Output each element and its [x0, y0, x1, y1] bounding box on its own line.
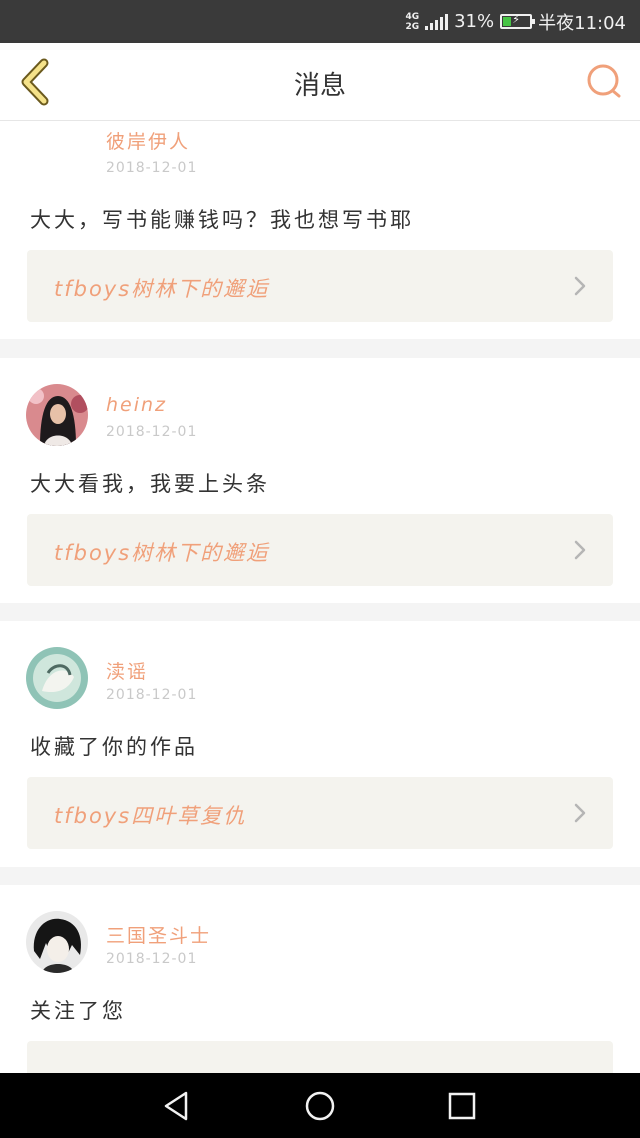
network-type: 4G 2G: [405, 12, 419, 32]
avatar[interactable]: [26, 384, 88, 446]
message-date: 2018-12-01: [106, 687, 198, 703]
sender-name[interactable]: 渎谣: [106, 657, 148, 684]
message-card: heinz 2018-12-01 大大看我，我要上头条 tfboys树林下的邂逅: [0, 358, 640, 603]
message-date: 2018-12-01: [106, 951, 198, 967]
book-title: tfboys树林下的邂逅: [54, 541, 270, 565]
sender-name[interactable]: heinz: [106, 394, 167, 416]
circle-home-icon: [305, 1091, 335, 1121]
book-link[interactable]: [27, 1041, 613, 1073]
search-button[interactable]: [584, 61, 626, 103]
message-date: 2018-12-01: [106, 160, 198, 176]
message-date: 2018-12-01: [106, 424, 198, 440]
message-card: 彼岸伊人 2018-12-01 大大，写书能赚钱吗？我也想写书耶 tfboys树…: [0, 121, 640, 339]
status-indicators: 4G 2G 31% ⚡ 半夜11:04: [405, 0, 626, 43]
message-content: 大大，写书能赚钱吗？我也想写书耶: [30, 208, 414, 232]
system-nav-bar: [0, 1073, 640, 1138]
chevron-right-icon: [574, 803, 586, 823]
message-card: 渎谣 2018-12-01 收藏了你的作品 tfboys四叶草复仇: [0, 621, 640, 867]
network-type-top: 4G: [405, 11, 420, 22]
network-type-bottom: 2G: [405, 21, 420, 32]
message-content: 关注了您: [30, 999, 126, 1023]
search-icon: [587, 64, 621, 98]
clock: 半夜11:04: [538, 12, 626, 34]
chevron-right-icon: [574, 276, 586, 296]
avatar[interactable]: [26, 647, 88, 709]
avatar-anime-green: [26, 647, 88, 709]
page-title: 消息: [293, 71, 346, 101]
book-title: tfboys四叶草复仇: [54, 804, 247, 828]
book-link[interactable]: tfboys树林下的邂逅: [27, 250, 613, 322]
charging-bolt-icon: ⚡: [512, 13, 520, 26]
book-link[interactable]: tfboys四叶草复仇: [27, 777, 613, 849]
nav-home-button[interactable]: [303, 1089, 337, 1123]
nav-recents-button[interactable]: [445, 1089, 479, 1123]
message-list[interactable]: 彼岸伊人 2018-12-01 大大，写书能赚钱吗？我也想写书耶 tfboys树…: [0, 121, 640, 1073]
book-link[interactable]: tfboys树林下的邂逅: [27, 514, 613, 586]
nav-back-button[interactable]: [160, 1089, 194, 1123]
battery-icon: ⚡: [500, 13, 536, 29]
avatar-girl-photo: [26, 384, 88, 446]
app-header: 消息: [0, 43, 640, 121]
book-title: tfboys树林下的邂逅: [54, 277, 270, 301]
message-content: 收藏了你的作品: [30, 735, 198, 759]
avatar-anime-dark: [26, 911, 88, 973]
sender-name[interactable]: 三国圣斗士: [106, 921, 211, 948]
chevron-right-icon: [574, 540, 586, 560]
message-card: 三国圣斗士 2018-12-01 关注了您: [0, 885, 640, 1073]
battery-percent: 31%: [454, 11, 495, 32]
triangle-back-icon: [164, 1091, 188, 1121]
avatar[interactable]: [26, 911, 88, 973]
sender-name[interactable]: 彼岸伊人: [106, 127, 190, 154]
square-recents-icon: [448, 1092, 476, 1120]
status-bar: 4G 2G 31% ⚡ 半夜11:04: [0, 0, 640, 43]
message-content: 大大看我，我要上头条: [30, 472, 270, 496]
signal-icon: [425, 13, 449, 30]
